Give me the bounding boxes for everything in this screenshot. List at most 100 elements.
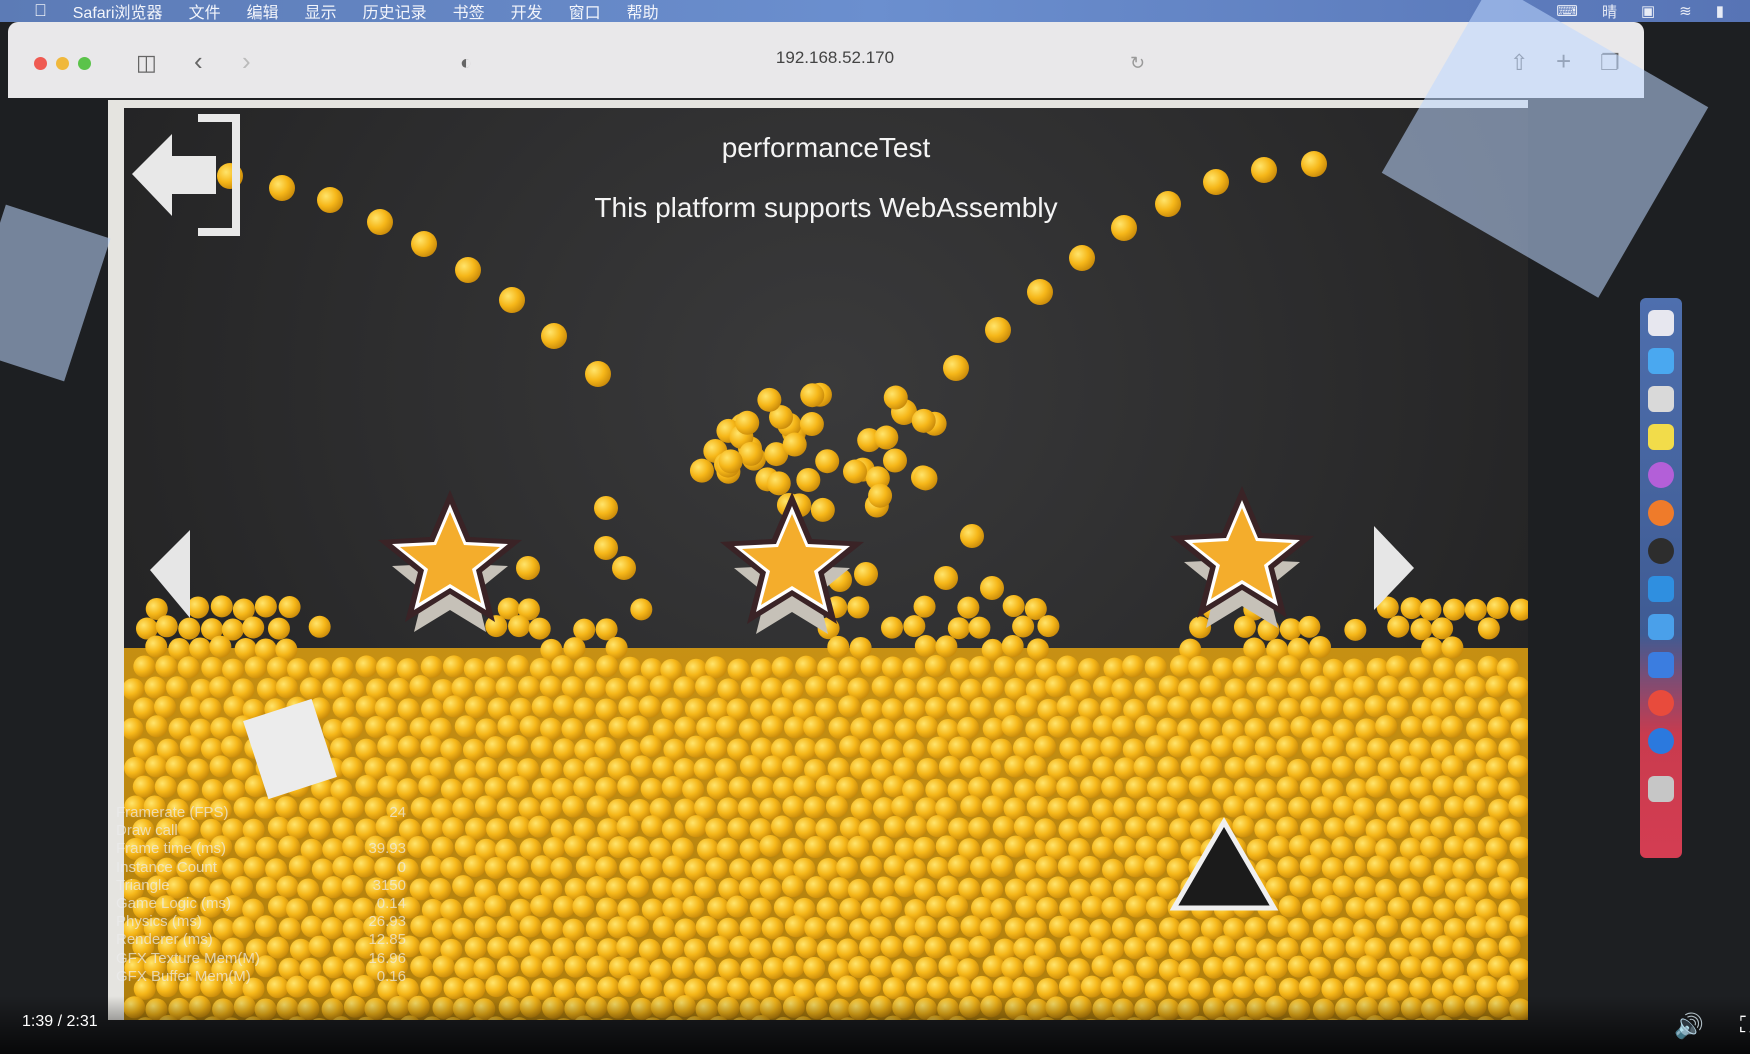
ball [242,616,265,639]
ball [838,656,861,679]
vscode-icon[interactable] [1648,576,1674,602]
ball [674,716,697,739]
address-bar[interactable]: 192.168.52.170 [495,40,1175,76]
ball [804,836,827,859]
ball [696,716,719,739]
ball [881,738,904,761]
chrome-icon[interactable] [1648,690,1674,716]
weather-label[interactable]: 晴 [1602,1,1617,22]
menu-item-safari[interactable]: Safari浏览器 [73,0,163,23]
ball [497,877,520,900]
ball [894,875,917,898]
ball [595,698,618,721]
ball [826,916,849,939]
ball [1464,598,1487,621]
fullscreen-icon[interactable]: ⛶ [1740,1012,1750,1038]
ball [564,835,587,858]
apple-icon[interactable]:  [34,1,47,21]
ball [612,556,636,580]
app-icon[interactable] [1648,614,1674,640]
minimize-window-button[interactable] [56,57,69,70]
close-window-button[interactable] [34,57,47,70]
menu-item-develop[interactable]: 开发 [511,0,543,23]
ball [872,876,895,899]
app-icon[interactable] [1648,462,1674,488]
ball [179,735,202,758]
ball [617,975,640,998]
ball [1477,696,1500,719]
keyboard-icon[interactable]: ⌨ [1556,2,1578,20]
ball [1265,755,1288,778]
ball [1233,615,1256,638]
reload-icon[interactable]: ↻ [1130,53,1145,74]
ball [409,675,432,698]
menu-item-history[interactable]: 历史记录 [363,0,427,23]
ball [432,955,455,978]
menu-item-bookmarks[interactable]: 书签 [453,0,485,23]
next-arrow-icon[interactable] [1374,526,1414,610]
ball [562,795,585,818]
safari-icon[interactable] [1648,728,1674,754]
stat-value: 0 [397,858,406,876]
ball [1035,775,1058,798]
volume-icon[interactable]: 🔊 [1674,1012,1704,1041]
ball [914,915,937,938]
ball [1191,936,1214,959]
ball [695,675,718,698]
wifi-icon[interactable]: ≋ [1679,2,1692,20]
ball [938,955,961,978]
battery-icon[interactable]: ▮ [1716,2,1724,20]
ball [1498,935,1521,958]
ball [883,775,906,798]
app-icon[interactable] [1648,538,1674,564]
ball [605,677,628,700]
menu-item-view[interactable]: 显示 [305,0,337,23]
stat-row: Physics (ms) 26.93 [116,913,406,931]
ball [847,596,870,619]
ball [795,936,818,959]
document-icon[interactable] [1648,386,1674,412]
ball [847,878,870,901]
forward-icon[interactable]: › [242,46,251,77]
ball [861,778,884,801]
menu-item-file[interactable]: 文件 [189,0,221,23]
ball [1122,975,1145,998]
firefox-icon[interactable] [1648,500,1674,526]
ball [979,757,1002,780]
folder-icon[interactable] [1648,652,1674,678]
ball [1411,896,1434,919]
ball [707,897,730,920]
ball [608,836,631,859]
ball [440,856,463,879]
menu-item-edit[interactable]: 编辑 [247,0,279,23]
ball [749,897,772,920]
ball [793,775,816,798]
zoom-window-button[interactable] [78,57,91,70]
shield-icon[interactable]: ◐ [460,52,472,75]
ball [772,776,795,799]
menu-item-help[interactable]: 帮助 [627,0,659,23]
stickies-icon[interactable] [1648,424,1674,450]
ball [1056,655,1079,678]
trash-icon[interactable] [1648,776,1674,802]
ball [1364,695,1387,718]
menu-item-window[interactable]: 窗口 [569,0,601,23]
ball [189,637,212,660]
ball [440,898,463,921]
notes-icon[interactable] [1648,348,1674,374]
ball [407,835,430,858]
back-icon[interactable]: ‹ [194,46,203,77]
ball [661,776,684,799]
display-icon[interactable]: ▣ [1641,2,1655,20]
ball [761,755,784,778]
ball [946,696,969,719]
sidebar-icon[interactable]: ◫ [136,50,157,76]
stat-row: GFX Buffer Mem(M) 0.16 [116,968,406,986]
ball [575,936,598,959]
stat-value: 16.96 [368,949,406,967]
launchpad-icon[interactable] [1648,310,1674,336]
ball [187,596,210,619]
ball [410,915,433,938]
ball [880,895,903,918]
ball [881,656,904,679]
